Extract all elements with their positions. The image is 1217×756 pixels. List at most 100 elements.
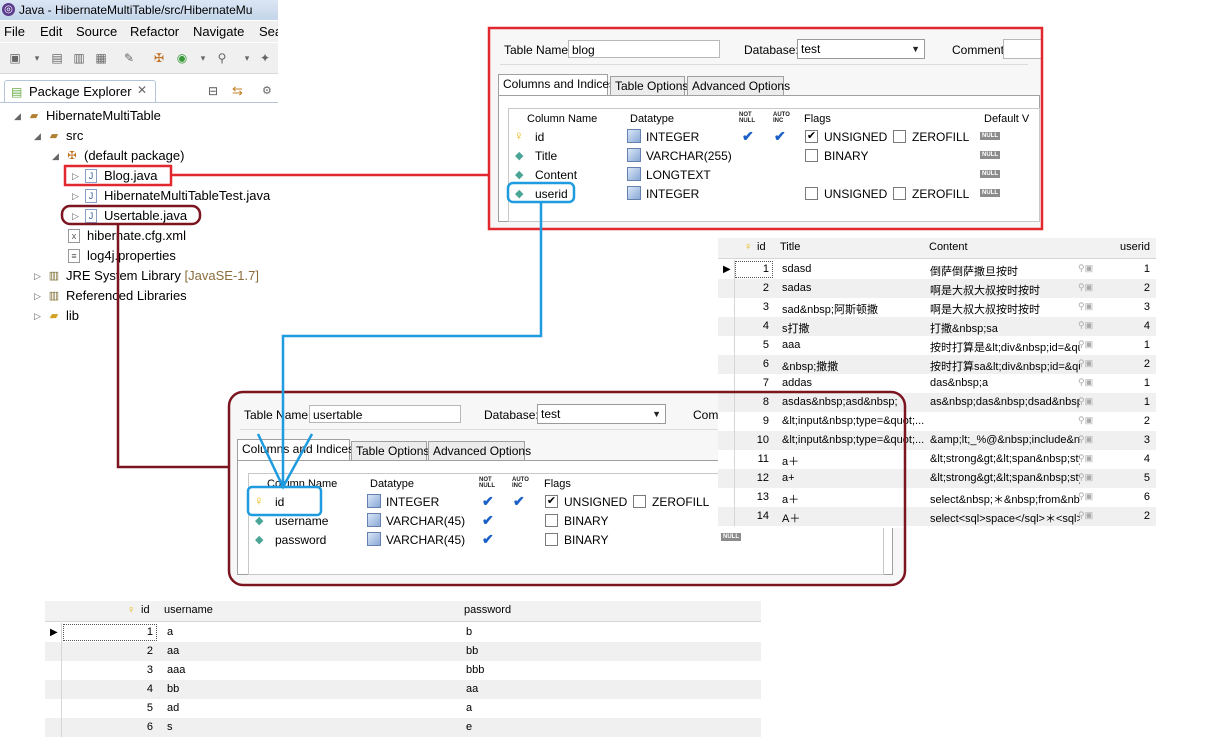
cell-password[interactable]: bbb (466, 664, 756, 676)
cell-content[interactable]: 啊是大叔大叔按时按时 (930, 301, 1080, 317)
menu-navigate[interactable]: Navigate (193, 21, 244, 42)
table-row[interactable]: 3 sad&nbsp;阿斯顿撒 啊是大叔大叔按时按时 ⚲▣ 3 (718, 298, 1156, 317)
column-row-id[interactable]: ♀ id INTEGER ✔ ✔ ✔ UNSIGNED ZEROFILL NUL… (509, 127, 1039, 146)
cell-userid[interactable]: 4 (1103, 320, 1150, 332)
row-indicator[interactable] (718, 412, 735, 431)
collapsed-arrow-icon[interactable]: ▷ (72, 167, 82, 185)
menu-refactor[interactable]: Refactor (130, 21, 179, 42)
debug-icon[interactable]: ✎ (122, 51, 136, 65)
cell-userid[interactable]: 1 (1103, 396, 1150, 408)
unsigned-checkbox[interactable] (805, 187, 818, 200)
cell-title[interactable]: sad&nbsp;阿斯顿撒 (782, 301, 924, 317)
cell-content[interactable]: 啊是大叔大叔按时按时 (930, 282, 1080, 298)
cell-id[interactable]: 3 (63, 664, 153, 676)
comment-input[interactable] (1003, 39, 1043, 59)
notnull-check-icon[interactable]: ✔ (742, 128, 754, 145)
table-row[interactable]: ▶ 1 sdasd 倒萨倒萨撒旦按时 ⚲▣ 1 (718, 260, 1156, 279)
row-indicator[interactable]: ▶ (718, 260, 735, 279)
tab-table-options[interactable]: Table Options (351, 441, 429, 460)
row-indicator[interactable] (718, 317, 735, 336)
cell-id[interactable]: 14 (735, 510, 769, 522)
cell-userid[interactable]: 1 (1103, 263, 1150, 275)
autoinc-check-icon[interactable]: ✔ (513, 493, 525, 510)
collapse-all-icon[interactable]: ⊟ (208, 84, 218, 98)
view-menu-icon[interactable]: ⚙ (262, 84, 272, 97)
row-indicator[interactable] (718, 374, 735, 393)
column-row-password[interactable]: ◆ password VARCHAR(45) ✔ BINARY NULL (249, 530, 883, 549)
table-row[interactable]: 11 a＋ &lt;strong&gt;&lt;span&nbsp;style...… (718, 450, 1156, 469)
view-edit-icon[interactable]: ⚲▣ (1078, 301, 1093, 312)
cell-content[interactable]: select<sql>space</sql>＊<sql>s... (930, 510, 1080, 526)
cell-title[interactable]: &lt;input&nbsp;type=&quot;... (782, 434, 924, 446)
view-edit-icon[interactable]: ⚲▣ (1078, 358, 1093, 369)
row-indicator[interactable] (718, 393, 735, 412)
cell-userid[interactable]: 3 (1103, 434, 1150, 446)
view-edit-icon[interactable]: ⚲▣ (1078, 282, 1093, 293)
collapsed-arrow-icon[interactable]: ▷ (34, 267, 44, 285)
header-password[interactable]: password (464, 604, 511, 616)
table-row[interactable]: 9 &lt;input&nbsp;type=&quot;... ⚲▣ 2 (718, 412, 1156, 431)
tab-package-explorer[interactable]: ▤ Package Explorer ✕ (4, 80, 156, 103)
menu-edit[interactable]: Edit (40, 21, 62, 42)
cell-userid[interactable]: 1 (1103, 339, 1150, 351)
cell-title[interactable]: a+ (782, 472, 924, 484)
cell-content[interactable]: &amp;lt;_%@&nbsp;include&nbs... (930, 434, 1080, 446)
view-edit-icon[interactable]: ⚲▣ (1078, 472, 1093, 483)
cell-title[interactable]: aaa (782, 339, 924, 351)
cell-id[interactable]: 2 (63, 645, 153, 657)
view-edit-icon[interactable]: ⚲▣ (1078, 320, 1093, 331)
view-edit-icon[interactable]: ⚲▣ (1078, 453, 1093, 464)
row-indicator[interactable] (45, 642, 62, 661)
cell-id[interactable]: 6 (735, 358, 769, 370)
cell-userid[interactable]: 4 (1103, 453, 1150, 465)
table-row[interactable]: 5 aaa 按时打算是&lt;div&nbsp;id=&qu... ⚲▣ 1 (718, 336, 1156, 355)
cell-content[interactable]: select&nbsp;＊&nbsp;from&nbsp... (930, 491, 1080, 507)
row-indicator[interactable] (45, 680, 62, 699)
print-icon[interactable]: ▦ (94, 51, 108, 65)
header-title[interactable]: Title (780, 241, 800, 253)
cell-content[interactable]: as&nbsp;das&nbsp;dsad&nbsp;a... (930, 396, 1080, 408)
tab-columns-and-indices[interactable]: Columns and Indices (498, 74, 615, 95)
header-username[interactable]: username (164, 604, 213, 616)
autoinc-check-icon[interactable]: ✔ (774, 128, 786, 145)
new-package-icon[interactable]: ✠ (152, 51, 166, 65)
table-row[interactable]: 3 aaa bbb (45, 661, 761, 680)
table-row[interactable]: 2 sadas 啊是大叔大叔按时按时 ⚲▣ 2 (718, 279, 1156, 298)
table-row[interactable]: 5 ad a (45, 699, 761, 718)
annotation-icon[interactable]: ✦ (258, 51, 272, 65)
row-indicator[interactable] (718, 431, 735, 450)
cell-content[interactable]: 按时打算是&lt;div&nbsp;id=&qu... (930, 339, 1080, 355)
cell-id[interactable]: 9 (735, 415, 769, 427)
cell-title[interactable]: sadas (782, 282, 924, 294)
cell-password[interactable]: bb (466, 645, 756, 657)
zerofill-checkbox[interactable] (633, 495, 646, 508)
search-dropdown-icon[interactable]: ▾ (240, 51, 254, 65)
row-indicator[interactable] (718, 336, 735, 355)
row-indicator[interactable] (718, 488, 735, 507)
row-indicator[interactable] (718, 507, 735, 526)
cell-content[interactable]: 打撒&nbsp;sa (930, 320, 1080, 336)
cell-id[interactable]: 6 (63, 721, 153, 733)
tab-advanced-options[interactable]: Advanced Options (428, 441, 531, 460)
cell-userid[interactable]: 5 (1103, 472, 1150, 484)
dropdown-arrow-icon[interactable]: ▾ (30, 51, 44, 65)
table-row[interactable]: 6 se (45, 718, 761, 737)
table-row[interactable]: 7 addas das&nbsp;a ⚲▣ 1 (718, 374, 1156, 393)
cell-id[interactable]: 8 (735, 396, 769, 408)
cell-userid[interactable]: 6 (1103, 491, 1150, 503)
expanded-arrow-icon[interactable]: ◢ (34, 127, 44, 145)
unsigned-checkbox[interactable]: ✔ (805, 130, 818, 143)
column-row-title[interactable]: ◆ Title VARCHAR(255) BINARY NULL (509, 146, 1039, 165)
cell-id[interactable]: 13 (735, 491, 769, 503)
link-with-editor-icon[interactable]: ⇆ (232, 83, 243, 99)
collapsed-arrow-icon[interactable]: ▷ (34, 287, 44, 305)
expanded-arrow-icon[interactable]: ◢ (14, 107, 24, 125)
cell-username[interactable]: ad (167, 702, 457, 714)
table-row[interactable]: 10 &lt;input&nbsp;type=&quot;... &amp;lt;_… (718, 431, 1156, 450)
binary-checkbox[interactable] (805, 149, 818, 162)
cell-title[interactable]: sdasd (782, 263, 924, 275)
cell-title[interactable]: A＋ (782, 510, 924, 526)
menu-source[interactable]: Source (76, 21, 117, 42)
expanded-arrow-icon[interactable]: ◢ (52, 147, 62, 165)
view-edit-icon[interactable]: ⚲▣ (1078, 510, 1093, 521)
